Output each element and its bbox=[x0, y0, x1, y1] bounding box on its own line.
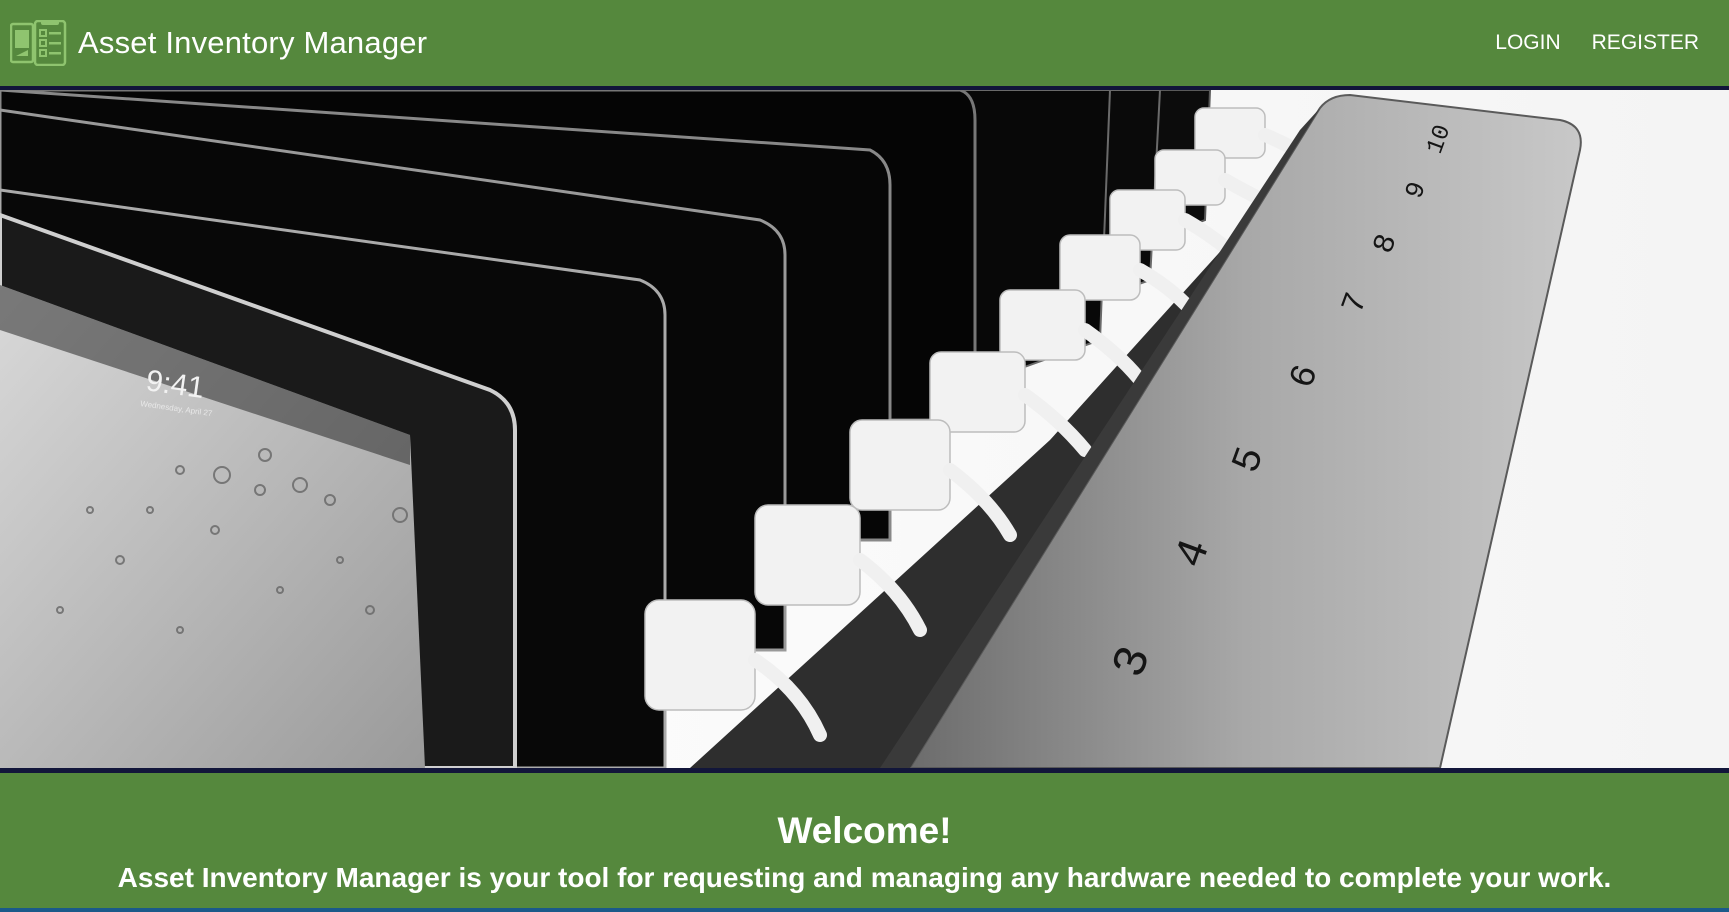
login-link[interactable]: LOGIN bbox=[1495, 31, 1560, 55]
bottom-edge bbox=[0, 908, 1729, 912]
hero-image: 9:41 Wednesday, April 27 10 9 8 7 6 5 4 … bbox=[0, 90, 1729, 768]
navbar: Asset Inventory Manager LOGIN REGISTER bbox=[0, 0, 1729, 86]
tablet-charging-station-photo: 9:41 Wednesday, April 27 10 9 8 7 6 5 4 … bbox=[0, 90, 1729, 768]
page: Asset Inventory Manager LOGIN REGISTER 9… bbox=[0, 0, 1729, 912]
welcome-section: Welcome! Asset Inventory Manager is your… bbox=[0, 773, 1729, 912]
welcome-title: Welcome! bbox=[777, 810, 952, 851]
brand[interactable]: Asset Inventory Manager bbox=[10, 20, 427, 66]
app-title: Asset Inventory Manager bbox=[78, 25, 428, 60]
inventory-checklist-icon bbox=[10, 20, 67, 66]
nav-links: LOGIN REGISTER bbox=[1495, 31, 1699, 55]
register-link[interactable]: REGISTER bbox=[1592, 31, 1699, 55]
welcome-description: Asset Inventory Manager is your tool for… bbox=[117, 862, 1612, 893]
